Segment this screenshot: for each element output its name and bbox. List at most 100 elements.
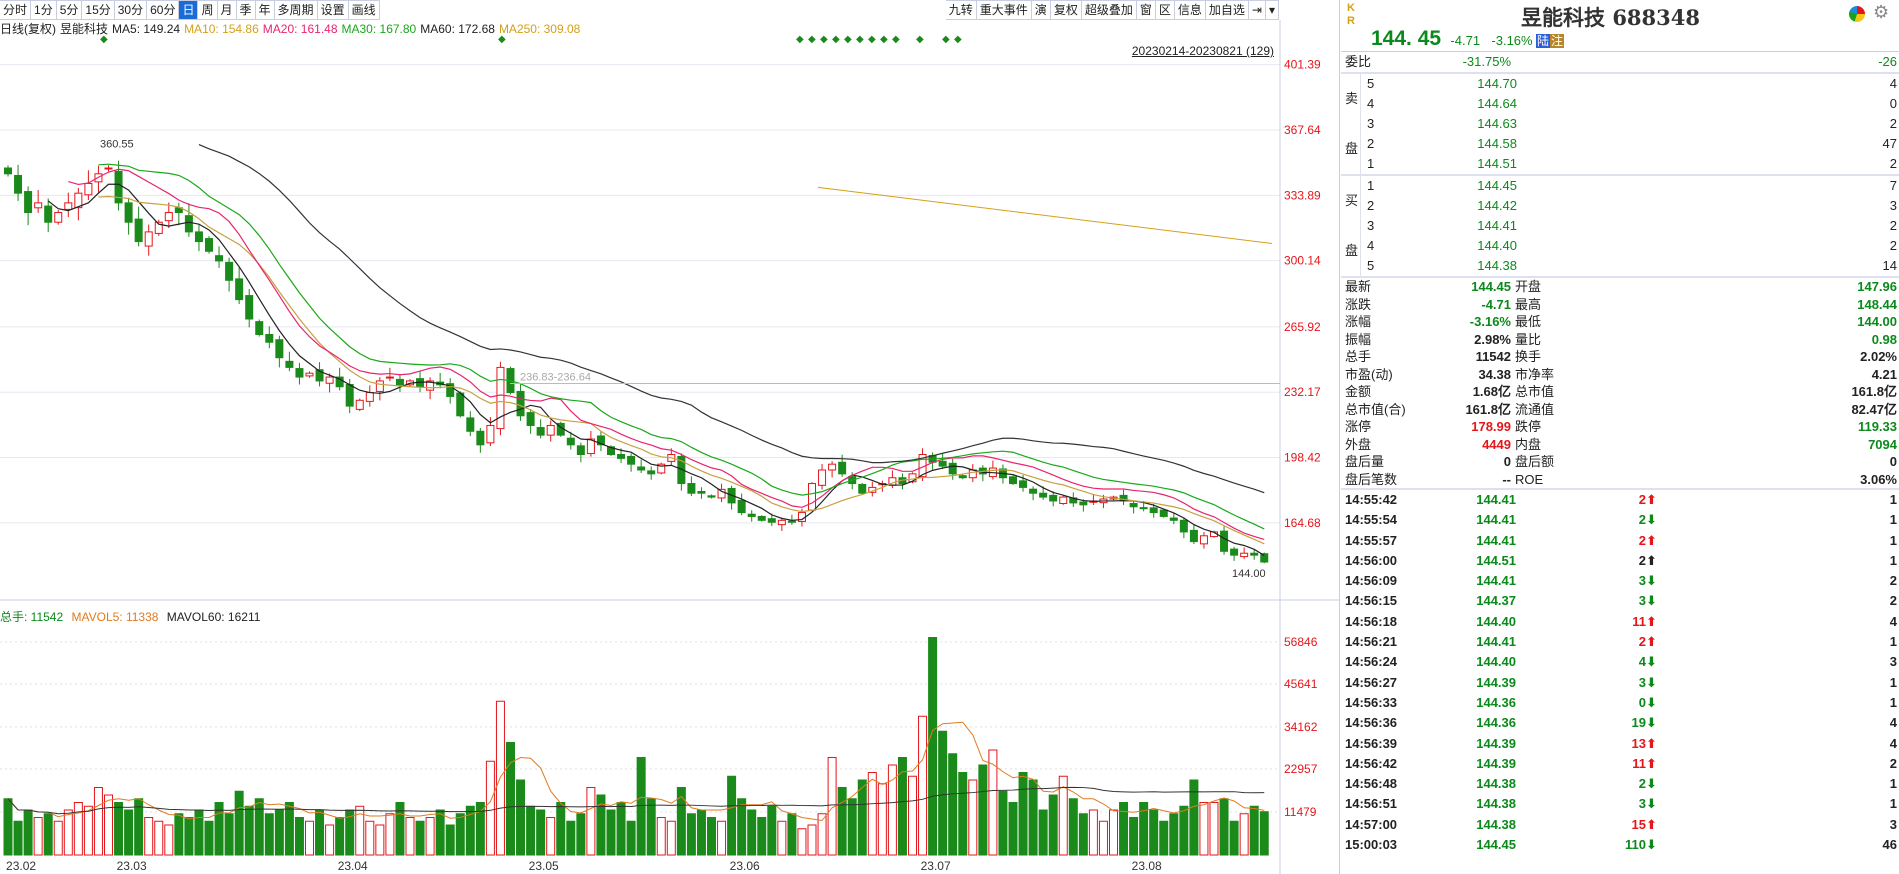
event-diamond-icon[interactable]: ◆: [832, 34, 840, 45]
candle: [1079, 501, 1088, 506]
event-diamond-icon[interactable]: ◆: [954, 34, 962, 45]
high-label: 360.55: [100, 139, 134, 151]
tool-button[interactable]: 区: [1155, 0, 1175, 20]
candle: [456, 392, 465, 417]
tool-button[interactable]: 重大事件: [976, 0, 1032, 20]
period-tab[interactable]: 日: [179, 0, 199, 20]
stat-row: 涨幅 -3.16% 最低 144.00: [1345, 314, 1897, 329]
sell-level[interactable]: 4 144.64 0: [1360, 94, 1899, 114]
buy-level[interactable]: 4 144.40 2: [1360, 236, 1899, 256]
volume-bar: [114, 802, 124, 856]
tool-button[interactable]: 窗: [1136, 0, 1156, 20]
period-tab[interactable]: 5分: [56, 0, 83, 20]
volume-bar: [998, 790, 1008, 856]
volume-bar: [425, 817, 435, 856]
period-tab[interactable]: 月: [217, 0, 237, 20]
tool-button[interactable]: 加自选: [1205, 0, 1249, 20]
candle: [1129, 503, 1138, 508]
period-tab[interactable]: 画线: [348, 0, 380, 20]
gear-icon[interactable]: ⚙: [1873, 2, 1889, 23]
attention-tag[interactable]: 注: [1549, 34, 1564, 48]
tool-button[interactable]: 信息: [1174, 0, 1206, 20]
event-diamond-icon[interactable]: ◆: [868, 34, 876, 45]
trade-row: 14:55:57 144.41 2 ⬆ 1: [1341, 531, 1899, 551]
volume-bar: [53, 820, 63, 856]
period-tab[interactable]: 设置: [317, 0, 349, 20]
trade-row: 14:56:48 144.38 2 ⬇ 1: [1341, 774, 1899, 794]
volume-bar: [405, 817, 415, 856]
period-tab[interactable]: 30分: [114, 0, 148, 20]
arrow-down-icon: ⬇: [1646, 593, 1657, 609]
event-diamond-icon[interactable]: ◆: [856, 34, 864, 45]
event-diamond-icon[interactable]: ◆: [796, 34, 804, 45]
tool-button[interactable]: 演: [1031, 0, 1051, 20]
volume-bar: [43, 813, 53, 856]
ma-value: MA30: 167.80: [341, 22, 417, 36]
period-tab[interactable]: 年: [255, 0, 275, 20]
kline-chart[interactable]: 401.39 367.64 333.89 300.14 265.92 232.17 198.…: [0, 0, 1340, 874]
volume-bar: [33, 817, 43, 856]
event-diamond-icon[interactable]: ◆: [820, 34, 828, 45]
candle: [215, 255, 224, 262]
period-tab[interactable]: 15分: [82, 0, 115, 20]
mavol5: MAVOL5: 11338: [71, 610, 159, 624]
period-tab[interactable]: 分时: [0, 0, 32, 20]
sell-level[interactable]: 1 144.51 2: [1360, 154, 1899, 174]
period-tab[interactable]: 周: [198, 0, 218, 20]
event-diamond-icon[interactable]: ◆: [916, 34, 924, 45]
date-tick: 23.03: [117, 859, 147, 873]
tool-button[interactable]: 超级叠加: [1081, 0, 1137, 20]
trade-ticks[interactable]: 14:55:42 144.41 2 ⬆ 1 14:55:54 144.41 2 ⬇ 1 14:55:…: [1341, 490, 1899, 855]
buy-level[interactable]: 5 144.38 14: [1360, 256, 1899, 276]
event-diamond-icon[interactable]: ◆: [880, 34, 888, 45]
period-tab[interactable]: 多周期: [274, 0, 318, 20]
tool-button[interactable]: ⇥: [1248, 0, 1266, 20]
stat-row: 外盘 4449 内盘 7094: [1345, 436, 1897, 452]
candle: [134, 218, 143, 243]
price-tick: 300.14: [1284, 254, 1321, 268]
weibi-pct: -31.75%: [1462, 54, 1511, 69]
event-diamond-icon[interactable]: ◆: [844, 34, 852, 45]
volume-bar: [1239, 813, 1249, 856]
volume-bar: [485, 760, 495, 856]
buy-level[interactable]: 1 144.45 7: [1360, 176, 1899, 196]
volume-bar: [767, 805, 777, 856]
volume-bar: [204, 820, 214, 856]
period-tab[interactable]: 1分: [31, 0, 57, 20]
volume-bar: [606, 809, 616, 856]
date-tick: 23.04: [338, 859, 368, 873]
volume-bar: [757, 817, 767, 856]
buy-level[interactable]: 2 144.42 3: [1360, 196, 1899, 216]
period-tab[interactable]: 季: [236, 0, 256, 20]
tool-button[interactable]: 复权: [1050, 0, 1082, 20]
last-price: 144. 45: [1371, 27, 1442, 50]
candle: [235, 278, 244, 301]
volume-bar: [586, 787, 596, 856]
range-label[interactable]: 20230214-20230821 (129): [1131, 44, 1274, 58]
volume-bar: [63, 809, 73, 856]
date-tick: 23.02: [6, 859, 36, 873]
arrow-down-icon: ⬇: [1646, 694, 1657, 710]
arrow-up-icon: ⬆: [1646, 634, 1657, 650]
ma60-line: [198, 143, 1265, 494]
sell-level[interactable]: 2 144.58 47: [1360, 134, 1899, 154]
tool-button[interactable]: ▾: [1265, 0, 1279, 20]
event-diamond-icon[interactable]: ◆: [892, 34, 900, 45]
volume-bar: [455, 813, 465, 856]
candle: [285, 360, 294, 368]
sell-level[interactable]: 5 144.70 4: [1360, 74, 1899, 94]
candle: [84, 183, 93, 196]
tool-button[interactable]: 九转: [945, 0, 977, 20]
trade-row: 14:55:42 144.41 2 ⬆ 1: [1341, 490, 1899, 510]
candle: [54, 212, 63, 223]
event-diamond-icon[interactable]: ◆: [808, 34, 816, 45]
pie-icon[interactable]: [1849, 6, 1865, 22]
volume-bar: [1249, 805, 1259, 856]
hk-connect-tag[interactable]: 陆: [1535, 34, 1550, 48]
period-tab[interactable]: 60分: [147, 0, 180, 20]
volume-bar: [23, 809, 33, 856]
buy-level[interactable]: 3 144.41 2: [1360, 216, 1899, 236]
sell-level[interactable]: 3 144.63 2: [1360, 114, 1899, 134]
event-diamond-icon[interactable]: ◆: [942, 34, 950, 45]
chart-area[interactable]: 401.39 367.64 333.89 300.14 265.92 232.17 198.…: [0, 0, 1340, 874]
